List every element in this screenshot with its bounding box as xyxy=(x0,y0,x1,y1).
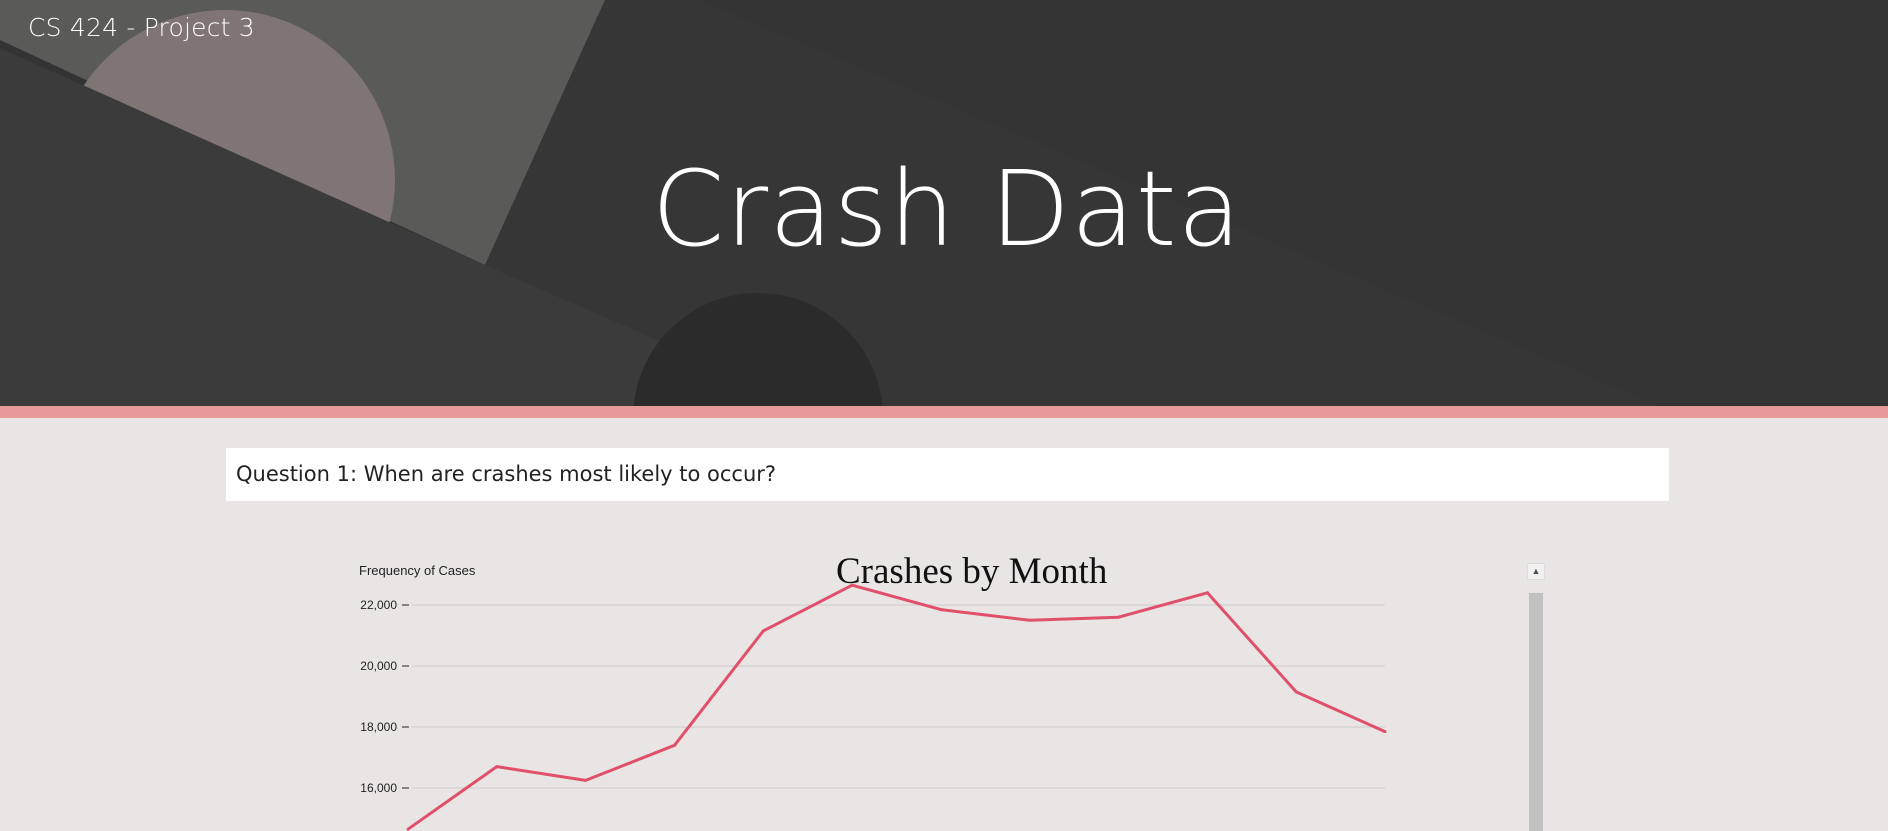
series-line xyxy=(407,583,1386,831)
site-title[interactable]: CS 424 - Project 3 xyxy=(28,13,255,42)
data-point xyxy=(673,743,676,747)
y-tick-label: 20,000 xyxy=(360,659,397,673)
question-heading: Question 1: When are crashes most likely… xyxy=(226,448,1669,501)
y-tick-label: 16,000 xyxy=(360,781,397,795)
scrollbar-thumb[interactable] xyxy=(1529,593,1543,831)
data-point xyxy=(761,629,765,633)
hero-banner: CS 424 - Project 3 Crash Data xyxy=(0,0,1888,406)
data-point xyxy=(1294,690,1298,694)
data-point xyxy=(1117,615,1120,619)
y-tick-label: 18,000 xyxy=(360,720,397,734)
data-point xyxy=(939,608,943,612)
chart-title: Crashes by Month xyxy=(836,551,1108,592)
data-point xyxy=(584,778,588,782)
y-tick-label: 22,000 xyxy=(360,598,397,612)
data-point xyxy=(495,765,499,769)
triangle-up-icon: ▲ xyxy=(1531,566,1541,576)
page-title: Crash Data xyxy=(651,148,1243,270)
data-point xyxy=(1383,730,1387,734)
y-axis-title: Frequency of Cases xyxy=(359,563,476,578)
accent-divider xyxy=(0,406,1888,418)
data-point xyxy=(1028,618,1032,622)
scroll-up-button[interactable]: ▲ xyxy=(1527,563,1545,580)
data-point xyxy=(406,827,410,831)
